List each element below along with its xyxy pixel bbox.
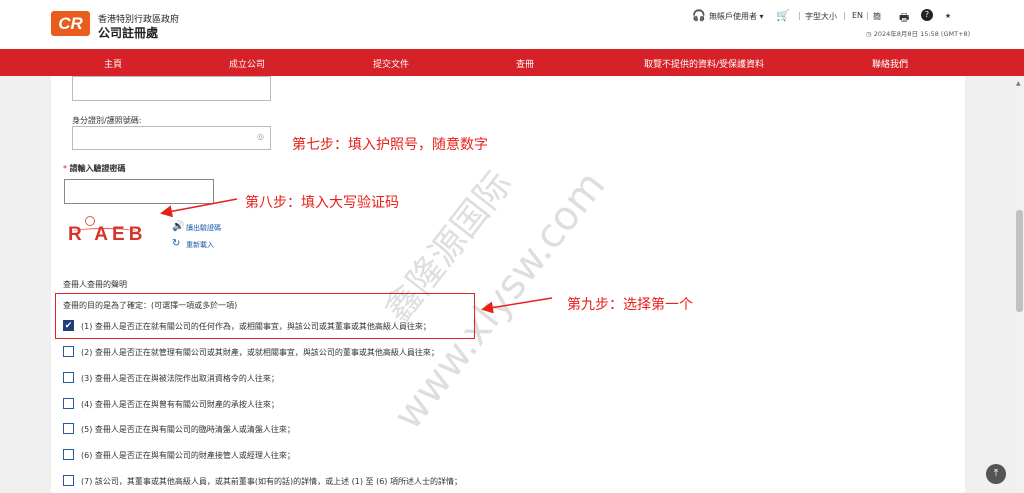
arrow-step8	[160, 198, 238, 218]
annotation-arrows	[160, 198, 553, 314]
back-to-top-icon[interactable]: ⤒	[986, 464, 1006, 484]
arrow-step9	[481, 297, 553, 314]
